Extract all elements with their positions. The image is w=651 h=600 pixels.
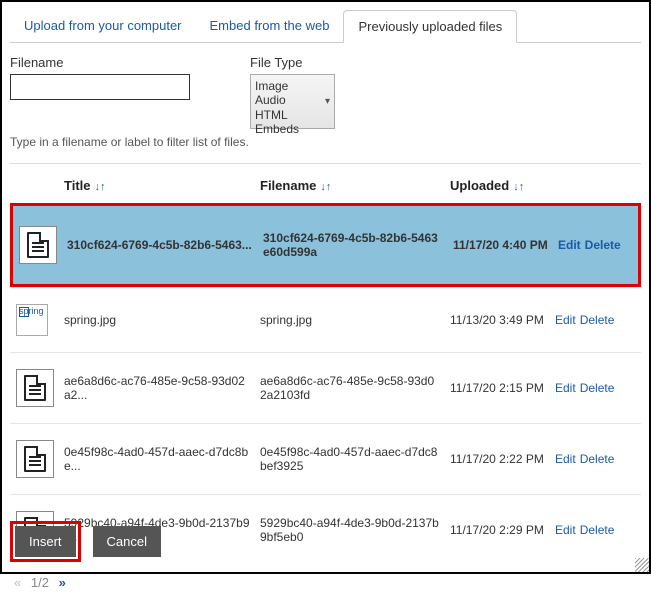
filetype-label: File Type (250, 55, 335, 70)
cell-title: 310cf624-6769-4c5b-82b6-5463... (63, 238, 263, 252)
cell-filename: 310cf624-6769-4c5b-82b6-5463e60d599a (263, 231, 453, 259)
cell-filename: 5929bc40-a94f-4de3-9b0d-2137b9bf5eb0 (260, 516, 450, 544)
edit-link[interactable]: Edit (555, 452, 576, 466)
cell-uploaded: 11/17/20 2:22 PM (450, 452, 555, 466)
table-body: 310cf624-6769-4c5b-82b6-5463...310cf624-… (10, 203, 641, 565)
table-header: Title ↓↑ Filename ↓↑ Uploaded ↓↑ (10, 172, 641, 203)
image-thumb-icon: spring (16, 304, 48, 336)
edit-link[interactable]: Edit (555, 313, 576, 327)
header-uploaded-label: Uploaded (450, 178, 509, 193)
sort-icon: ↓↑ (320, 181, 331, 193)
cell-uploaded: 11/17/20 4:40 PM (453, 238, 558, 252)
sort-icon: ↓↑ (513, 181, 524, 193)
file-icon (16, 369, 54, 407)
cell-filename: 0e45f98c-4ad0-457d-aaec-d7dc8bef3925 (260, 445, 450, 473)
header-uploaded[interactable]: Uploaded ↓↑ (450, 178, 555, 193)
delete-link[interactable]: Delete (580, 452, 615, 466)
header-filename-label: Filename (260, 178, 316, 193)
filename-field: Filename (10, 55, 190, 129)
delete-link[interactable]: Delete (580, 381, 615, 395)
cell-filename: ae6a8d6c-ac76-485e-9c58-93d02a2103fd (260, 374, 450, 402)
cell-uploaded: 11/13/20 3:49 PM (450, 313, 555, 327)
header-title[interactable]: Title ↓↑ (60, 178, 260, 193)
edit-link[interactable]: Edit (555, 523, 576, 537)
tab-previous[interactable]: Previously uploaded files (343, 10, 517, 43)
tab-bar: Upload from your computer Embed from the… (10, 10, 641, 43)
sort-icon: ↓↑ (95, 181, 106, 193)
tab-upload[interactable]: Upload from your computer (10, 10, 196, 42)
cell-filename: spring.jpg (260, 313, 450, 327)
insert-button[interactable]: Insert (15, 526, 76, 557)
delete-link[interactable]: Delete (580, 313, 615, 327)
delete-link[interactable]: Delete (585, 238, 621, 252)
cell-uploaded: 11/17/20 2:29 PM (450, 523, 555, 537)
dialog: Upload from your computer Embed from the… (0, 0, 651, 574)
filetype-field: File Type Image Audio HTML Embeds (250, 55, 335, 129)
edit-link[interactable]: Edit (555, 381, 576, 395)
resize-grip-icon[interactable] (635, 558, 649, 572)
cell-title: 0e45f98c-4ad0-457d-aaec-d7dc8be... (60, 445, 260, 473)
insert-highlight: Insert (10, 521, 81, 562)
cell-title: spring.jpg (60, 313, 260, 327)
filetype-select[interactable]: Image Audio HTML Embeds (250, 74, 335, 129)
table-row[interactable]: 310cf624-6769-4c5b-82b6-5463...310cf624-… (10, 203, 641, 287)
cell-title: ae6a8d6c-ac76-485e-9c58-93d02a2... (60, 374, 260, 402)
delete-link[interactable]: Delete (580, 523, 615, 537)
edit-link[interactable]: Edit (558, 238, 581, 252)
pager: « 1/2 » (10, 565, 641, 600)
table-row[interactable]: 0e45f98c-4ad0-457d-aaec-d7dc8be...0e45f9… (10, 423, 641, 494)
filter-hint: Type in a filename or label to filter li… (10, 135, 641, 149)
dialog-footer: Insert Cancel (10, 521, 161, 562)
table-row[interactable]: springspring.jpgspring.jpg11/13/20 3:49 … (10, 287, 641, 352)
file-icon (19, 226, 57, 264)
filename-label: Filename (10, 55, 190, 70)
divider (10, 163, 641, 164)
header-title-label: Title (64, 178, 91, 193)
pager-next[interactable]: » (59, 575, 66, 590)
filename-input[interactable] (10, 74, 190, 100)
header-filename[interactable]: Filename ↓↑ (260, 178, 450, 193)
tab-embed[interactable]: Embed from the web (196, 10, 344, 42)
filter-bar: Filename File Type Image Audio HTML Embe… (10, 55, 641, 129)
pager-prev[interactable]: « (14, 575, 21, 590)
file-icon (16, 440, 54, 478)
cell-uploaded: 11/17/20 2:15 PM (450, 381, 555, 395)
pager-pages: 1/2 (31, 575, 49, 590)
cancel-button[interactable]: Cancel (93, 526, 161, 557)
table-row[interactable]: ae6a8d6c-ac76-485e-9c58-93d02a2...ae6a8d… (10, 352, 641, 423)
